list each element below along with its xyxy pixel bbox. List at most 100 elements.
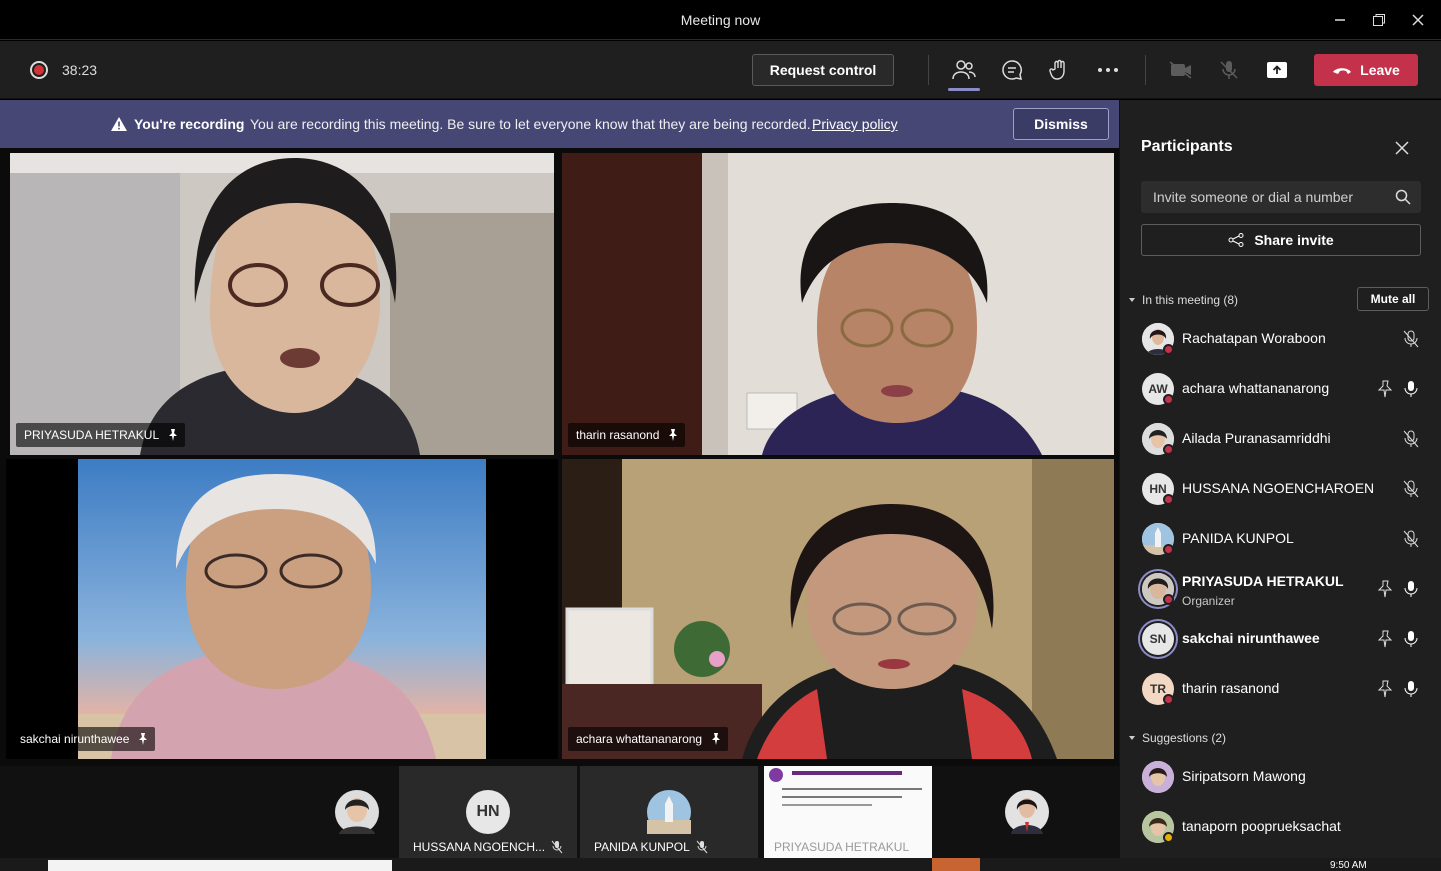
overflow-gallery: HN HUSSANA NGOENCH... PANIDA KUNPOL PRIY… (0, 766, 1119, 858)
leave-label: Leave (1360, 62, 1400, 78)
camera-toggle-button[interactable] (1165, 54, 1197, 86)
suggestions-section-toggle[interactable]: Suggestions (2) (1128, 731, 1226, 745)
shared-screen-tile[interactable]: PRIYASUDA HETRAKUL (764, 766, 932, 858)
raise-hand-button[interactable] (1044, 54, 1076, 86)
restore-button[interactable] (1365, 6, 1393, 34)
suggestions-label: Suggestions (2) (1142, 731, 1227, 745)
video-tile[interactable]: achara whattananarong (562, 459, 1114, 759)
pin-icon[interactable] (1377, 580, 1393, 598)
taskbar-search-box[interactable] (48, 860, 392, 871)
status-dot (1163, 544, 1174, 555)
mic-off-icon (696, 840, 708, 854)
panel-title: Participants (1141, 138, 1233, 155)
in-meeting-label: In this meeting (8) (1142, 293, 1239, 307)
recording-title: You're recording (134, 116, 245, 132)
participant-row[interactable]: PRIYASUDA HETRAKUL Organizer (1120, 564, 1441, 614)
in-meeting-section-toggle[interactable]: In this meeting (8) (1128, 293, 1238, 307)
gallery-tile[interactable]: PANIDA KUNPOL (580, 766, 758, 858)
meeting-toolbar: 38:23 Request control Leave (0, 41, 1441, 99)
participant-video (10, 153, 554, 455)
mic-toggle-button[interactable] (1213, 54, 1245, 86)
participant-video (562, 459, 1114, 759)
pin-icon[interactable] (1377, 630, 1393, 648)
participant-video (562, 153, 1114, 455)
invite-search-placeholder: Invite someone or dial a number (1153, 189, 1353, 205)
participant-name-tag: achara whattananarong (568, 727, 729, 751)
mic-off-icon (1220, 61, 1238, 79)
status-dot (1163, 394, 1174, 405)
more-actions-button[interactable] (1092, 54, 1124, 86)
leave-button[interactable]: Leave (1314, 54, 1418, 86)
video-tile[interactable]: PRIYASUDA HETRAKUL (10, 153, 554, 455)
chevron-down-icon (1129, 298, 1135, 302)
participant-name: PRIYASUDA HETRAKUL (1182, 573, 1344, 589)
participant-avatar (647, 790, 691, 834)
taskbar-app-button[interactable] (932, 858, 980, 871)
status-dot (1163, 344, 1174, 355)
share-screen-icon (1267, 62, 1287, 78)
mic-icon (1404, 381, 1418, 397)
participant-row[interactable]: SN sakchai nirunthawee (1120, 614, 1441, 664)
gallery-tile[interactable] (335, 766, 395, 858)
mic-off-icon (1403, 330, 1419, 348)
share-invite-button[interactable]: Share invite (1141, 224, 1421, 256)
status-dot (1163, 444, 1174, 455)
participant-initials: HN (466, 790, 510, 834)
camera-off-icon (1169, 61, 1192, 79)
pin-icon[interactable] (1377, 380, 1393, 398)
mic-off-icon (1403, 430, 1419, 448)
participant-name: tharin rasanond (1182, 680, 1280, 696)
pin-icon[interactable] (1377, 680, 1393, 698)
request-control-button[interactable]: Request control (752, 54, 894, 86)
suggested-name: Siripatsorn Mawong (1182, 768, 1306, 784)
participant-name: Rachatapan Woraboon (1182, 330, 1326, 346)
pin-icon (139, 733, 148, 745)
show-participants-button[interactable] (948, 54, 980, 91)
suggested-person-row[interactable]: Siripatsorn Mawong (1120, 752, 1441, 802)
restore-icon (1373, 14, 1385, 26)
participant-row[interactable]: PANIDA KUNPOL (1120, 514, 1441, 564)
participant-name: achara whattananarong (1182, 380, 1330, 396)
chat-icon (1002, 60, 1022, 80)
taskbar-clock: 9:50 AM (1330, 860, 1367, 871)
dismiss-button[interactable]: Dismiss (1013, 108, 1109, 140)
participant-name-tag: tharin rasanond (568, 423, 686, 447)
share-icon (1228, 233, 1244, 247)
minimize-icon (1335, 19, 1345, 21)
participant-row[interactable]: Ailada Puranasamriddhi (1120, 414, 1441, 464)
title-bar: Meeting now (0, 0, 1441, 40)
participant-name: PRIYASUDA HETRAKUL (24, 428, 160, 442)
participant-row[interactable]: Rachatapan Woraboon (1120, 314, 1441, 364)
video-tile[interactable]: sakchai nirunthawee (6, 459, 558, 759)
participant-video (78, 459, 486, 759)
share-content-button[interactable] (1261, 54, 1293, 86)
participant-name: sakchai nirunthawee (20, 732, 130, 746)
close-panel-icon[interactable] (1394, 140, 1410, 156)
participant-name: HUSSANA NGOENCHAROEN (1182, 480, 1375, 496)
warning-icon (111, 117, 127, 131)
mic-off-icon (551, 840, 563, 854)
minimize-button[interactable] (1326, 6, 1354, 34)
participant-avatar (335, 790, 379, 834)
gallery-tile[interactable] (1005, 766, 1055, 858)
participant-name-tag: PRIYASUDA HETRAKUL (16, 423, 186, 447)
gallery-tile[interactable]: HN HUSSANA NGOENCH... (399, 766, 577, 858)
hang-up-icon (1333, 68, 1352, 74)
hand-icon (1049, 59, 1065, 80)
participant-name: sakchai nirunthawee (1182, 630, 1320, 646)
participant-role: Organizer (1182, 594, 1235, 608)
invite-search-input[interactable]: Invite someone or dial a number (1141, 181, 1421, 213)
mute-all-button[interactable]: Mute all (1357, 287, 1429, 311)
close-window-button[interactable] (1404, 6, 1432, 34)
participant-row[interactable]: AW achara whattananarong (1120, 364, 1441, 414)
recording-message: You are recording this meeting. Be sure … (250, 116, 811, 132)
participant-name: PANIDA KUNPOL (594, 840, 690, 854)
video-tile[interactable]: tharin rasanond (562, 153, 1114, 455)
privacy-policy-link[interactable]: Privacy policy (812, 116, 898, 132)
participant-row[interactable]: TR tharin rasanond (1120, 664, 1441, 714)
mic-off-icon (1403, 480, 1419, 498)
status-dot (1163, 694, 1174, 705)
participant-row[interactable]: HN HUSSANA NGOENCHAROEN (1120, 464, 1441, 514)
show-conversation-button[interactable] (996, 54, 1028, 86)
suggested-person-row[interactable]: tanaporn pooprueksachat (1120, 802, 1441, 852)
